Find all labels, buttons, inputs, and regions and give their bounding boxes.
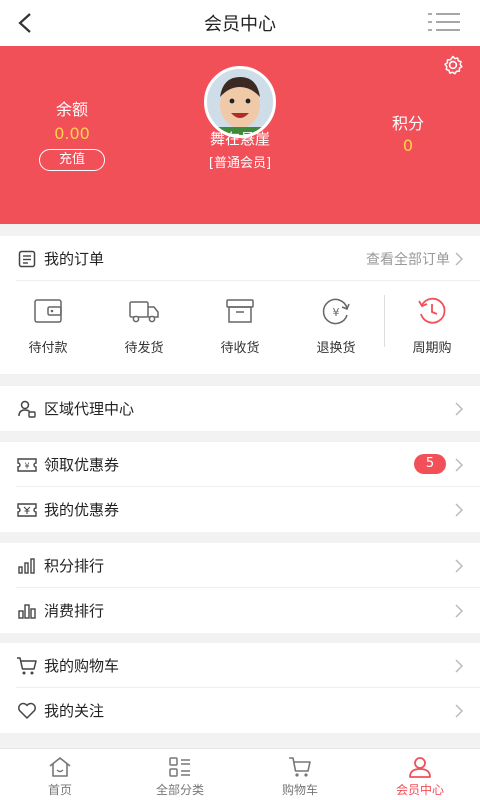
tab-label: 会员中心 xyxy=(395,783,444,797)
page-title: 会员中心 xyxy=(204,14,276,35)
top-navbar: 会员中心 xyxy=(0,0,480,46)
chevron-right-icon xyxy=(455,458,464,472)
home-icon xyxy=(49,757,71,777)
points-value: 0 xyxy=(402,136,414,155)
chevron-right-icon xyxy=(455,704,464,718)
svg-text:¥: ¥ xyxy=(24,461,29,470)
chevron-right-icon xyxy=(455,659,464,673)
member-level: [普通会员] xyxy=(208,156,272,171)
menu-button[interactable] xyxy=(424,8,464,36)
my-follow-label: 我的关注 xyxy=(44,702,105,720)
chevron-right-icon xyxy=(455,559,464,573)
my-coupons-label: 我的优惠券 xyxy=(44,501,120,519)
chevron-left-icon xyxy=(18,13,31,33)
box-icon xyxy=(222,295,258,327)
refund-icon: ¥ xyxy=(318,295,354,327)
bar-chart-icon xyxy=(16,555,38,577)
recharge-button[interactable]: 充值 xyxy=(39,149,105,171)
order-status-label: 周期购 xyxy=(412,341,452,356)
order-status-label: 待发货 xyxy=(124,341,164,356)
orders-header[interactable]: 我的订单 查看全部订单 xyxy=(0,236,480,281)
order-status-to-ship[interactable]: 待发货 xyxy=(96,281,192,369)
chevron-right-icon xyxy=(455,604,464,618)
category-icon xyxy=(169,757,190,777)
balance-label: 余额 xyxy=(55,100,88,119)
order-status-label: 待收货 xyxy=(220,341,260,356)
get-coupons-label: 领取优惠券 xyxy=(44,456,120,474)
tab-cart[interactable]: 购物车 xyxy=(240,749,360,800)
order-status-label: 待付款 xyxy=(28,341,68,356)
tab-member-center[interactable]: 会员中心 xyxy=(360,749,480,800)
view-all-orders-link[interactable]: 查看全部订单 xyxy=(366,249,450,269)
agent-center-row[interactable]: 区域代理中心 xyxy=(0,386,480,431)
cart-icon xyxy=(289,757,311,777)
cart-follow-card: 我的购物车 我的关注 xyxy=(0,643,480,733)
coupons-card: ¥ 领取优惠券 5 我的优惠券 xyxy=(0,442,480,532)
my-cart-row[interactable]: 我的购物车 xyxy=(0,643,480,688)
orders-title: 我的订单 xyxy=(44,250,105,268)
points-label: 积分 xyxy=(391,114,424,133)
orders-card: 我的订单 查看全部订单 待付款 待发货 待收货 ¥ 退换货 周期购 xyxy=(0,236,480,374)
chevron-right-icon xyxy=(455,402,464,416)
truck-icon xyxy=(126,295,162,327)
my-cart-label: 我的购物车 xyxy=(44,657,120,675)
chevron-right-icon xyxy=(455,503,464,517)
username: 舞在悬崖 xyxy=(209,130,270,148)
balance-block: 余额 0.00 充值 xyxy=(36,96,108,171)
order-status-refund[interactable]: ¥ 退换货 xyxy=(288,281,384,369)
agent-card: 区域代理中心 xyxy=(0,386,480,431)
order-list-icon xyxy=(16,248,38,270)
profile-header: 余额 0.00 充值 舞在悬崖 [普通会员] 积分 0 xyxy=(0,46,480,224)
points-rank-label: 积分排行 xyxy=(44,557,105,575)
coupon-ticket-icon: ¥ xyxy=(16,454,38,476)
list-menu-icon xyxy=(428,13,460,31)
spend-rank-row[interactable]: 消费排行 xyxy=(0,588,480,633)
my-coupon-icon xyxy=(16,499,38,521)
agent-user-icon xyxy=(16,398,38,420)
tab-label: 首页 xyxy=(47,783,72,797)
tab-home[interactable]: 首页 xyxy=(0,749,120,800)
tab-label: 全部分类 xyxy=(155,783,204,797)
agent-center-label: 区域代理中心 xyxy=(44,400,135,418)
order-status-pending-payment[interactable]: 待付款 xyxy=(0,281,96,369)
order-status-to-receive[interactable]: 待收货 xyxy=(192,281,288,369)
clock-icon xyxy=(414,295,450,327)
avatar-photo xyxy=(207,69,273,135)
chevron-right-icon xyxy=(455,252,464,266)
order-status-subscription[interactable]: 周期购 xyxy=(384,281,480,369)
balance-value: 0.00 xyxy=(54,124,90,143)
points-block[interactable]: 积分 0 xyxy=(372,110,444,155)
tab-categories[interactable]: 全部分类 xyxy=(120,749,240,800)
coupon-count-badge: 5 xyxy=(414,454,446,474)
gear-icon xyxy=(444,55,463,75)
spend-rank-label: 消费排行 xyxy=(44,602,105,620)
order-status-label: 退换货 xyxy=(316,341,356,356)
heart-icon xyxy=(16,700,38,722)
cart-icon xyxy=(16,655,38,677)
vertical-divider xyxy=(384,295,385,347)
get-coupons-row[interactable]: ¥ 领取优惠券 5 xyxy=(0,442,480,487)
back-button[interactable] xyxy=(12,10,38,36)
user-icon xyxy=(409,757,431,778)
ranking-bars-icon xyxy=(16,600,38,622)
order-status-grid: 待付款 待发货 待收货 ¥ 退换货 周期购 xyxy=(0,281,480,369)
my-coupons-row[interactable]: 我的优惠券 xyxy=(0,487,480,532)
svg-text:¥: ¥ xyxy=(333,306,340,319)
settings-button[interactable] xyxy=(442,54,464,76)
rankings-card: 积分排行 消费排行 xyxy=(0,543,480,633)
tab-label: 购物车 xyxy=(281,783,318,797)
wallet-icon xyxy=(30,295,66,327)
my-follow-row[interactable]: 我的关注 xyxy=(0,688,480,733)
bottom-tab-bar: 首页 全部分类 购物车 会员中心 xyxy=(0,748,480,800)
points-rank-row[interactable]: 积分排行 xyxy=(0,543,480,588)
